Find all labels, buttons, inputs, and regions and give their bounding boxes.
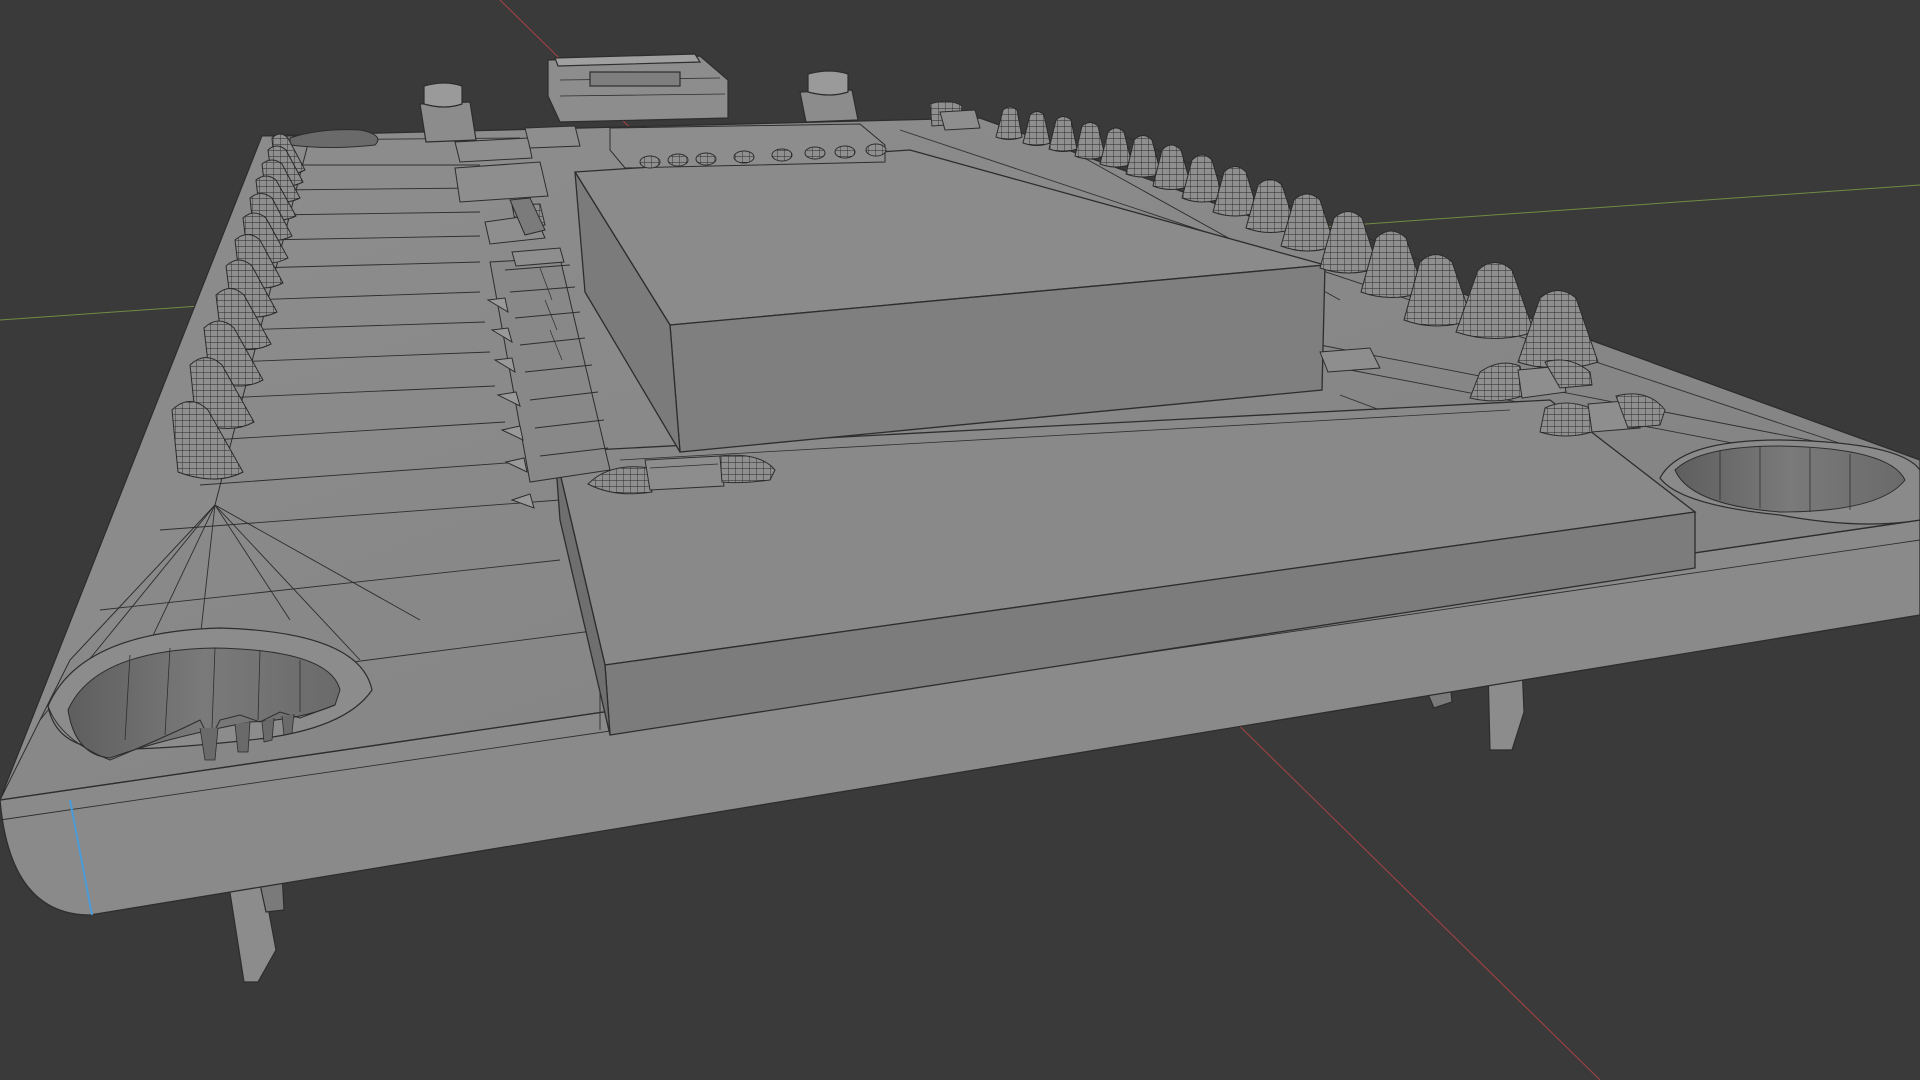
smd-strip-rear (609, 123, 887, 169)
3d-viewport[interactable] (0, 0, 1920, 1080)
smd-component-icon (1539, 402, 1593, 437)
push-button-icon (419, 101, 477, 143)
usb-connector (547, 53, 729, 123)
smd-component-icon (454, 137, 533, 163)
